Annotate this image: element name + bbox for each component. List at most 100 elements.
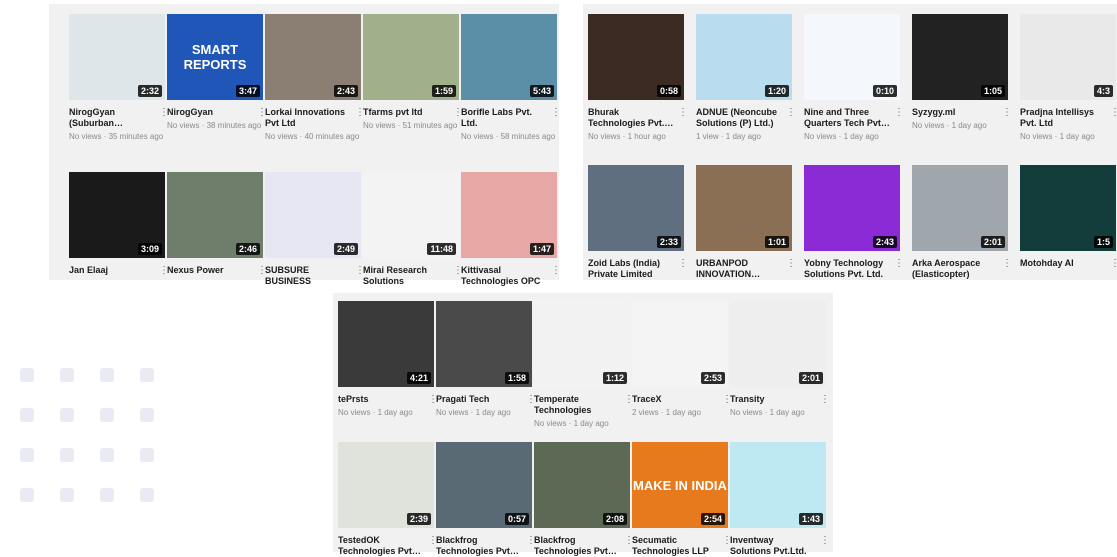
- video-card[interactable]: SMART REPORTS 3:47 NirogGyan No views · …: [167, 14, 267, 130]
- video-thumbnail[interactable]: 0:57: [436, 442, 532, 528]
- video-card[interactable]: 2:39 TestedOK Technologies Pvt Ltd ⋮: [338, 442, 438, 557]
- video-title[interactable]: Secumatic Technologies LLP: [632, 535, 718, 557]
- video-card[interactable]: 1:59 Tfarms pvt ltd No views · 51 minute…: [363, 14, 463, 130]
- video-card[interactable]: 1:20 ADNUE (Neoncube Solutions (P) Ltd.)…: [696, 14, 796, 141]
- video-thumbnail[interactable]: 1:59: [363, 14, 459, 100]
- more-options-icon[interactable]: ⋮: [453, 107, 463, 119]
- video-thumbnail[interactable]: SMART REPORTS 3:47: [167, 14, 263, 100]
- video-title[interactable]: Syzygy.ml: [912, 107, 998, 118]
- video-card[interactable]: 0:10 Nine and Three Quarters Tech Pvt Lt…: [804, 14, 904, 141]
- video-thumbnail[interactable]: 1:12: [534, 301, 630, 387]
- video-thumbnail[interactable]: 2:32: [69, 14, 165, 100]
- video-title[interactable]: Pradjna Intellisys Pvt. Ltd: [1020, 107, 1106, 129]
- more-options-icon[interactable]: ⋮: [1002, 258, 1012, 270]
- more-options-icon[interactable]: ⋮: [820, 535, 830, 547]
- more-options-icon[interactable]: ⋮: [820, 394, 830, 406]
- more-options-icon[interactable]: ⋮: [257, 265, 267, 277]
- more-options-icon[interactable]: ⋮: [678, 258, 688, 270]
- video-card[interactable]: 5:43 Borifle Labs Pvt. Ltd. No views · 5…: [461, 14, 561, 141]
- video-thumbnail[interactable]: 2:01: [912, 165, 1008, 251]
- video-title[interactable]: Bhurak Technologies Pvt. Ltd.: [588, 107, 674, 129]
- more-options-icon[interactable]: ⋮: [624, 535, 634, 547]
- video-card[interactable]: 2:43 Yobny Technology Solutions Pvt. Ltd…: [804, 165, 904, 280]
- video-thumbnail[interactable]: 0:58: [588, 14, 684, 100]
- more-options-icon[interactable]: ⋮: [551, 265, 561, 277]
- more-options-icon[interactable]: ⋮: [428, 394, 438, 406]
- video-card[interactable]: 2:43 Lorkai Innovations Pvt Ltd No views…: [265, 14, 365, 141]
- video-thumbnail[interactable]: 2:43: [265, 14, 361, 100]
- video-thumbnail[interactable]: 4:21: [338, 301, 434, 387]
- video-thumbnail[interactable]: 2:43: [804, 165, 900, 251]
- video-title[interactable]: TraceX: [632, 394, 718, 405]
- video-title[interactable]: Jan Elaaj: [69, 265, 155, 276]
- more-options-icon[interactable]: ⋮: [159, 265, 169, 277]
- video-thumbnail[interactable]: 2:49: [265, 172, 361, 258]
- video-thumbnail[interactable]: 1:47: [461, 172, 557, 258]
- video-thumbnail[interactable]: 2:01: [730, 301, 826, 387]
- video-thumbnail[interactable]: 4:3: [1020, 14, 1116, 100]
- video-thumbnail[interactable]: 2:08: [534, 442, 630, 528]
- video-thumbnail[interactable]: 2:39: [338, 442, 434, 528]
- video-card[interactable]: 3:09 Jan Elaaj ⋮: [69, 172, 169, 277]
- video-title[interactable]: Mirai Research Solutions: [363, 265, 449, 287]
- video-thumbnail[interactable]: 1:05: [912, 14, 1008, 100]
- video-card[interactable]: 0:58 Bhurak Technologies Pvt. Ltd. No vi…: [588, 14, 688, 141]
- more-options-icon[interactable]: ⋮: [786, 258, 796, 270]
- video-card[interactable]: 2:01 Transity No views · 1 day ago ⋮: [730, 301, 830, 417]
- more-options-icon[interactable]: ⋮: [551, 107, 561, 119]
- video-card[interactable]: 2:32 NirogGyan (Suburban Diagnostics) No…: [69, 14, 169, 141]
- video-thumbnail[interactable]: 5:43: [461, 14, 557, 100]
- more-options-icon[interactable]: ⋮: [355, 107, 365, 119]
- more-options-icon[interactable]: ⋮: [453, 265, 463, 277]
- video-thumbnail[interactable]: 0:10: [804, 14, 900, 100]
- video-thumbnail[interactable]: 2:53: [632, 301, 728, 387]
- video-title[interactable]: NirogGyan (Suburban Diagnostics): [69, 107, 155, 129]
- video-title[interactable]: Kittivasal Technologies OPC: [461, 265, 547, 287]
- video-thumbnail[interactable]: 1:5: [1020, 165, 1116, 251]
- video-card[interactable]: 1:47 Kittivasal Technologies OPC ⋮: [461, 172, 561, 287]
- video-card[interactable]: 1:58 Pragati Tech No views · 1 day ago ⋮: [436, 301, 536, 417]
- video-title[interactable]: Zoid Labs (India) Private Limited: [588, 258, 674, 280]
- more-options-icon[interactable]: ⋮: [355, 265, 365, 277]
- more-options-icon[interactable]: ⋮: [159, 107, 169, 119]
- video-title[interactable]: Inventway Solutions Pvt.Ltd.: [730, 535, 816, 557]
- video-card[interactable]: 1:12 Temperate Technologies No views · 1…: [534, 301, 634, 428]
- video-title[interactable]: Motohday AI: [1020, 258, 1106, 269]
- video-title[interactable]: Lorkai Innovations Pvt Ltd: [265, 107, 351, 129]
- video-card[interactable]: 1:01 URBANPOD INNOVATION PRIVATE LIMITED…: [696, 165, 796, 280]
- video-card[interactable]: 2:49 SUBSURE BUSINESS ⋮: [265, 172, 365, 287]
- video-card[interactable]: MAKE IN INDIA 2:54 Secumatic Technologie…: [632, 442, 732, 557]
- video-thumbnail[interactable]: 1:43: [730, 442, 826, 528]
- video-thumbnail[interactable]: 3:09: [69, 172, 165, 258]
- video-card[interactable]: 2:33 Zoid Labs (India) Private Limited ⋮: [588, 165, 688, 280]
- more-options-icon[interactable]: ⋮: [722, 394, 732, 406]
- more-options-icon[interactable]: ⋮: [722, 535, 732, 547]
- video-card[interactable]: 1:43 Inventway Solutions Pvt.Ltd. ⋮: [730, 442, 830, 557]
- more-options-icon[interactable]: ⋮: [678, 107, 688, 119]
- more-options-icon[interactable]: ⋮: [1110, 258, 1117, 270]
- video-card[interactable]: 1:05 Syzygy.ml No views · 1 day ago ⋮: [912, 14, 1012, 130]
- video-title[interactable]: Nine and Three Quarters Tech Pvt Ltd (Ch…: [804, 107, 890, 129]
- video-card[interactable]: 0:57 Blackfrog Technologies Pvt Ltd (Emv…: [436, 442, 536, 557]
- more-options-icon[interactable]: ⋮: [1110, 107, 1117, 119]
- video-card[interactable]: 2:53 TraceX 2 views · 1 day ago ⋮: [632, 301, 732, 417]
- video-card[interactable]: 2:01 Arka Aerospace (Elasticopter) ⋮: [912, 165, 1012, 280]
- video-title[interactable]: Pragati Tech: [436, 394, 522, 405]
- more-options-icon[interactable]: ⋮: [526, 535, 536, 547]
- video-card[interactable]: 4:3 Pradjna Intellisys Pvt. Ltd No views…: [1020, 14, 1117, 141]
- more-options-icon[interactable]: ⋮: [1002, 107, 1012, 119]
- more-options-icon[interactable]: ⋮: [894, 258, 904, 270]
- video-title[interactable]: Tfarms pvt ltd: [363, 107, 449, 118]
- video-thumbnail[interactable]: 11:48: [363, 172, 459, 258]
- more-options-icon[interactable]: ⋮: [894, 107, 904, 119]
- video-title[interactable]: Blackfrog Technologies Pvt Ltd (Emvolio …: [436, 535, 522, 557]
- video-card[interactable]: 4:21 tePrsts No views · 1 day ago ⋮: [338, 301, 438, 417]
- video-title[interactable]: Arka Aerospace (Elasticopter): [912, 258, 998, 280]
- video-thumbnail[interactable]: MAKE IN INDIA 2:54: [632, 442, 728, 528]
- video-thumbnail[interactable]: 1:01: [696, 165, 792, 251]
- video-title[interactable]: ADNUE (Neoncube Solutions (P) Ltd.): [696, 107, 782, 129]
- more-options-icon[interactable]: ⋮: [257, 107, 267, 119]
- more-options-icon[interactable]: ⋮: [526, 394, 536, 406]
- video-thumbnail[interactable]: 2:46: [167, 172, 263, 258]
- video-title[interactable]: Temperate Technologies: [534, 394, 620, 416]
